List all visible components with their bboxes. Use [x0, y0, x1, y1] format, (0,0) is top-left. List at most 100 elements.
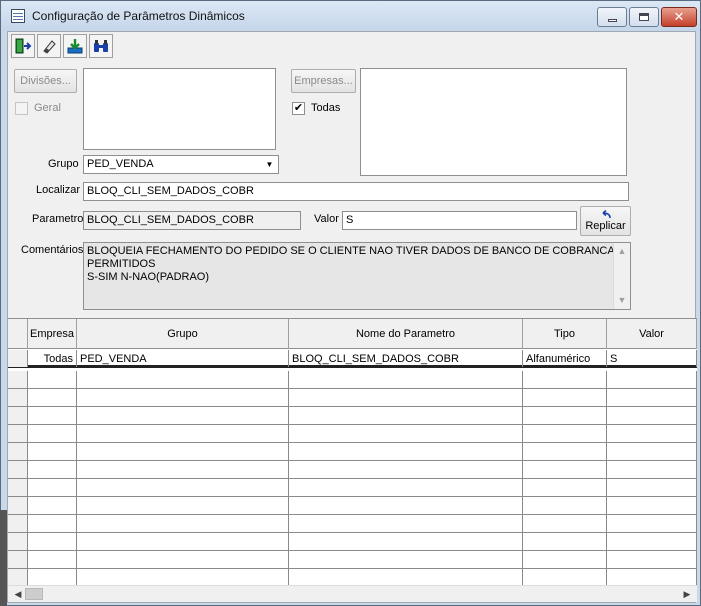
replicar-button[interactable]: Replicar: [580, 206, 631, 236]
empty-cell[interactable]: [289, 443, 523, 460]
empty-table-row[interactable]: [8, 551, 697, 569]
empty-cell[interactable]: [28, 461, 77, 478]
scroll-up-icon[interactable]: ▲: [614, 243, 630, 260]
maximize-button[interactable]: [629, 7, 659, 27]
empty-cell[interactable]: [77, 443, 289, 460]
column-header-valor[interactable]: Valor: [607, 319, 697, 349]
empty-cell[interactable]: [289, 461, 523, 478]
divisoes-listbox[interactable]: [83, 68, 276, 150]
empty-cell[interactable]: [607, 497, 697, 514]
cell-nome[interactable]: BLOQ_CLI_SEM_DADOS_COBR: [289, 350, 523, 367]
empty-cell[interactable]: [607, 425, 697, 442]
empty-cell[interactable]: [289, 515, 523, 532]
close-button[interactable]: ✕: [661, 7, 697, 27]
scroll-thumb[interactable]: [25, 588, 43, 600]
comentarios-memo[interactable]: BLOQUEIA FECHAMENTO DO PEDIDO SE O CLIEN…: [83, 242, 631, 310]
empty-cell[interactable]: [523, 407, 607, 424]
empty-cell[interactable]: [28, 569, 77, 586]
empty-cell[interactable]: [607, 389, 697, 406]
empty-cell[interactable]: [607, 515, 697, 532]
empty-cell[interactable]: [289, 569, 523, 586]
empty-table-row[interactable]: [8, 443, 697, 461]
empty-cell[interactable]: [28, 515, 77, 532]
cell-tipo[interactable]: Alfanumérico: [523, 350, 607, 367]
empty-cell[interactable]: [28, 371, 77, 388]
empty-cell[interactable]: [289, 479, 523, 496]
grupo-combobox[interactable]: PED_VENDA ▼: [83, 155, 279, 174]
scroll-down-icon[interactable]: ▼: [614, 292, 630, 309]
memo-scrollbar[interactable]: ▲ ▼: [613, 243, 630, 309]
empty-cell[interactable]: [28, 551, 77, 568]
empty-cell[interactable]: [28, 497, 77, 514]
empty-cell[interactable]: [289, 389, 523, 406]
empty-cell[interactable]: [77, 515, 289, 532]
exit-button[interactable]: [11, 34, 35, 58]
empty-cell[interactable]: [28, 479, 77, 496]
empty-cell[interactable]: [77, 407, 289, 424]
empty-table-row[interactable]: [8, 533, 697, 551]
save-button[interactable]: [63, 34, 87, 58]
empty-cell[interactable]: [28, 443, 77, 460]
empty-cell[interactable]: [77, 389, 289, 406]
empty-cell[interactable]: [523, 425, 607, 442]
geral-checkbox[interactable]: [15, 102, 28, 115]
empty-cell[interactable]: [523, 371, 607, 388]
empty-cell[interactable]: [607, 569, 697, 586]
empty-cell[interactable]: [77, 371, 289, 388]
empty-cell[interactable]: [523, 443, 607, 460]
empty-table-row[interactable]: [8, 371, 697, 389]
cell-grupo[interactable]: PED_VENDA: [77, 350, 289, 367]
divisoes-button[interactable]: Divisões...: [14, 69, 77, 93]
empty-cell[interactable]: [607, 551, 697, 568]
empty-cell[interactable]: [523, 497, 607, 514]
chevron-down-icon[interactable]: ▼: [262, 157, 277, 172]
todas-checkbox[interactable]: ✔: [292, 102, 305, 115]
empty-cell[interactable]: [289, 533, 523, 550]
empty-cell[interactable]: [607, 461, 697, 478]
empty-cell[interactable]: [28, 533, 77, 550]
minimize-button[interactable]: [597, 7, 627, 27]
column-header-empresa[interactable]: Empresa: [28, 319, 77, 349]
column-header-tipo[interactable]: Tipo: [523, 319, 607, 349]
empty-cell[interactable]: [607, 533, 697, 550]
empty-cell[interactable]: [289, 425, 523, 442]
title-bar[interactable]: Configuração de Parâmetros Dinâmicos ✕: [1, 1, 700, 31]
empty-cell[interactable]: [77, 533, 289, 550]
empty-cell[interactable]: [607, 443, 697, 460]
empresas-listbox[interactable]: [360, 68, 627, 176]
find-button[interactable]: [89, 34, 113, 58]
empty-table-row[interactable]: [8, 461, 697, 479]
empty-cell[interactable]: [523, 479, 607, 496]
empty-cell[interactable]: [523, 551, 607, 568]
empty-cell[interactable]: [523, 461, 607, 478]
grid-horizontal-scrollbar[interactable]: ◀ ▶: [8, 585, 697, 602]
empty-table-row[interactable]: [8, 515, 697, 533]
empty-cell[interactable]: [523, 533, 607, 550]
empty-table-row[interactable]: [8, 479, 697, 497]
empty-cell[interactable]: [289, 407, 523, 424]
empty-table-row[interactable]: [8, 389, 697, 407]
column-header-grupo[interactable]: Grupo: [77, 319, 289, 349]
empty-cell[interactable]: [607, 371, 697, 388]
empty-cell[interactable]: [77, 569, 289, 586]
valor-input[interactable]: S: [342, 211, 577, 230]
empty-cell[interactable]: [28, 389, 77, 406]
empty-table-row[interactable]: [8, 425, 697, 443]
empty-cell[interactable]: [77, 497, 289, 514]
empty-cell[interactable]: [289, 551, 523, 568]
localizar-input[interactable]: BLOQ_CLI_SEM_DADOS_COBR: [83, 182, 629, 201]
eraser-button[interactable]: [37, 34, 61, 58]
empty-table-row[interactable]: [8, 407, 697, 425]
empty-cell[interactable]: [523, 569, 607, 586]
table-row[interactable]: Todas PED_VENDA BLOQ_CLI_SEM_DADOS_COBR …: [8, 350, 697, 368]
scroll-left-icon[interactable]: ◀: [10, 586, 26, 602]
empty-cell[interactable]: [523, 389, 607, 406]
empty-cell[interactable]: [523, 515, 607, 532]
empty-cell[interactable]: [28, 425, 77, 442]
empty-cell[interactable]: [607, 407, 697, 424]
empty-cell[interactable]: [607, 479, 697, 496]
empty-table-row[interactable]: [8, 497, 697, 515]
empresas-button[interactable]: Empresas...: [291, 69, 356, 93]
empty-cell[interactable]: [28, 407, 77, 424]
column-header-nome[interactable]: Nome do Parametro: [289, 319, 523, 349]
